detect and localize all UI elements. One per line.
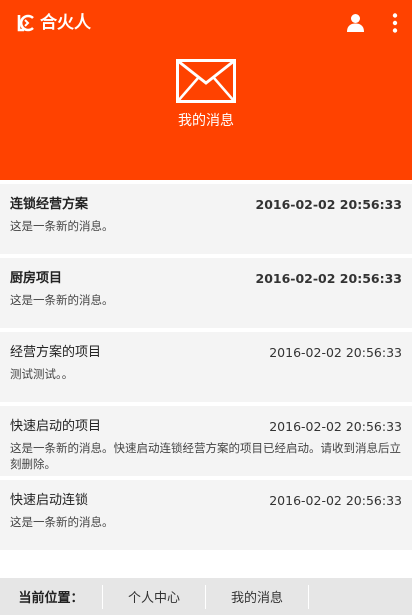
page-title: 我的消息 — [178, 113, 234, 129]
brand[interactable]: 合火人 — [16, 12, 91, 34]
message-item[interactable]: 快速启动的项目 2016-02-02 20:56:33 这是一条新的消息。快速启… — [0, 406, 412, 476]
message-subject: 经营方案的项目 — [10, 345, 102, 360]
message-time: 2016-02-02 20:56:33 — [269, 345, 402, 360]
breadcrumb-label: 当前位置： — [18, 591, 84, 606]
brand-logo-icon — [17, 14, 34, 32]
breadcrumb-item-my-messages[interactable]: 我的消息 — [206, 587, 308, 606]
brand-name: 合火人 — [40, 13, 91, 33]
message-subject: 快速启动的项目 — [10, 419, 102, 434]
user-icon[interactable] — [346, 13, 365, 32]
message-item[interactable]: 经营方案的项目 2016-02-02 20:56:33 测试测试。。 — [0, 332, 412, 402]
more-vertical-icon[interactable] — [390, 12, 400, 34]
message-time: 2016-02-02 20:56:33 — [255, 271, 403, 286]
message-time: 2016-02-02 20:56:33 — [269, 493, 402, 508]
breadcrumb: 当前位置： 个人中心 我的消息 — [0, 578, 412, 615]
message-item[interactable]: 快速启动连锁 2016-02-02 20:56:33 这是一条新的消息。 — [0, 480, 412, 550]
message-item[interactable]: 连锁经营方案 2016-02-02 20:56:33 这是一条新的消息。 — [0, 184, 412, 254]
envelope-icon — [176, 59, 236, 103]
message-time: 2016-02-02 20:56:33 — [255, 197, 403, 212]
message-body: 这是一条新的消息。 — [10, 515, 114, 529]
header: 合火人 我的消息 — [0, 0, 412, 180]
message-body: 这是一条新的消息。快速启动连锁经营方案的项目已经启动。请收到消息后立刻删除。 — [10, 441, 401, 471]
message-subject: 连锁经营方案 — [10, 197, 89, 212]
message-item[interactable]: 厨房项目 2016-02-02 20:56:33 这是一条新的消息。 — [0, 258, 412, 328]
message-body: 这是一条新的消息。 — [10, 293, 114, 307]
message-subject: 快速启动连锁 — [10, 493, 89, 508]
message-body: 测试测试。。 — [10, 367, 74, 381]
breadcrumb-item-personal-center[interactable]: 个人中心 — [103, 587, 205, 606]
message-body: 这是一条新的消息。 — [10, 219, 114, 233]
message-subject: 厨房项目 — [10, 271, 63, 286]
breadcrumb-divider — [308, 584, 309, 609]
message-time: 2016-02-02 20:56:33 — [269, 419, 402, 434]
